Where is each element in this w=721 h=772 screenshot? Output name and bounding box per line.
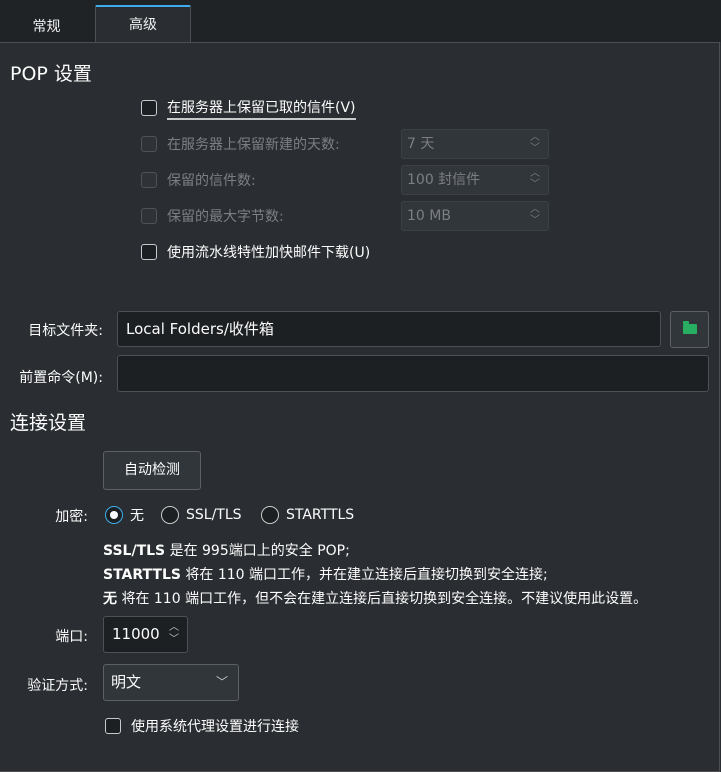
pipelining-box[interactable] — [141, 244, 157, 260]
desc-starttls-keyword: STARTTLS — [103, 567, 181, 583]
desc-ssl: SSL/TLS 是在 995端口上的安全 POP; — [103, 540, 350, 560]
chevron-down-icon: ﹀ — [215, 675, 228, 689]
desc-starttls-text: 将在 110 端口工作，并在建立连接后直接切换到安全连接; — [180, 567, 548, 583]
keep-count-checkbox[interactable]: 保留的信件数: — [141, 169, 256, 191]
pipelining-checkbox[interactable]: 使用流水线特性加快邮件下载(U) — [141, 241, 370, 263]
keep-size-checkbox[interactable]: 保留的最大字节数: — [141, 205, 284, 227]
keep-days-checkbox[interactable]: 在服务器上保留新建的天数: — [141, 133, 340, 155]
keep-size-spinbox[interactable]: 10 MB ︿ ﹀ — [401, 201, 549, 231]
spin-arrows-icon[interactable]: ︿ ﹀ — [528, 132, 542, 156]
keep-count-value: 100 封信件 — [407, 172, 481, 188]
auth-method-combobox[interactable]: 明文 ﹀ — [103, 664, 239, 701]
radio-icon[interactable] — [161, 506, 179, 524]
encryption-starttls-label: STARTTLS — [286, 507, 355, 523]
auth-method-value: 明文 — [111, 673, 142, 691]
encryption-ssl-radio[interactable]: SSL/TLS — [161, 503, 242, 527]
keep-size-box[interactable] — [141, 208, 157, 224]
use-proxy-label: 使用系统代理设置进行连接 — [131, 719, 299, 735]
auth-method-label: 验证方式: — [27, 678, 88, 694]
keep-size-value: 10 MB — [407, 208, 451, 224]
encryption-none-label: 无 — [130, 508, 144, 524]
autodetect-button[interactable]: 自动检测 — [103, 451, 201, 490]
keep-days-value: 7 天 — [407, 136, 435, 152]
keep-on-server-checkbox[interactable]: 在服务器上保留已取的信件(V) — [141, 96, 356, 120]
use-proxy-box[interactable] — [105, 718, 121, 734]
tab-advanced[interactable]: 高级 — [95, 5, 191, 42]
desc-none: 无 将在 110 端口工作，但不会在建立连接后直接切换到安全连接。不建议使用此设… — [103, 588, 647, 608]
spin-arrows-icon[interactable]: ︿ ﹀ — [528, 168, 542, 192]
keep-on-server-label: 在服务器上保留已取的信件(V) — [167, 97, 356, 120]
radio-selected-icon[interactable] — [105, 506, 123, 524]
target-folder-field[interactable]: Local Folders/收件箱 — [117, 311, 661, 347]
encryption-label: 加密: — [55, 509, 88, 525]
encryption-starttls-radio[interactable]: STARTTLS — [261, 503, 354, 527]
precommand-label: 前置命令(M): — [19, 370, 103, 386]
precommand-field[interactable] — [117, 355, 709, 392]
desc-none-text: 将在 110 端口工作，但不会在建立连接后直接切换到安全连接。不建议使用此设置。 — [117, 591, 648, 607]
desc-ssl-text: 是在 995端口上的安全 POP; — [165, 543, 350, 559]
pop-settings-title: POP 设置 — [10, 63, 92, 85]
port-spinbox[interactable]: 11000 ︿ ﹀ — [103, 616, 188, 653]
browse-folder-button[interactable] — [670, 311, 709, 348]
target-folder-label: 目标文件夹: — [28, 323, 103, 339]
keep-on-server-box[interactable] — [141, 100, 157, 116]
keep-count-box[interactable] — [141, 172, 157, 188]
spin-arrows-icon[interactable]: ︿ ﹀ — [167, 622, 181, 646]
tab-bar: 常规 高级 — [0, 0, 721, 42]
keep-days-spinbox[interactable]: 7 天 ︿ ﹀ — [401, 129, 549, 159]
tab-pane — [0, 42, 720, 772]
keep-count-spinbox[interactable]: 100 封信件 ︿ ﹀ — [401, 165, 549, 195]
keep-days-label: 在服务器上保留新建的天数: — [167, 137, 340, 153]
spin-arrows-icon[interactable]: ︿ ﹀ — [528, 204, 542, 228]
connection-settings-title: 连接设置 — [10, 412, 87, 434]
use-proxy-checkbox[interactable]: 使用系统代理设置进行连接 — [105, 714, 299, 738]
folder-icon — [683, 321, 697, 334]
tab-general[interactable]: 常规 — [0, 9, 93, 45]
encryption-ssl-label: SSL/TLS — [186, 507, 242, 523]
radio-icon[interactable] — [261, 506, 279, 524]
desc-ssl-keyword: SSL/TLS — [103, 543, 166, 559]
keep-size-label: 保留的最大字节数: — [167, 209, 284, 225]
keep-count-label: 保留的信件数: — [167, 173, 256, 189]
encryption-none-radio[interactable]: 无 — [105, 503, 144, 527]
desc-none-keyword: 无 — [103, 591, 117, 607]
keep-days-box[interactable] — [141, 136, 157, 152]
desc-starttls: STARTTLS 将在 110 端口工作，并在建立连接后直接切换到安全连接; — [103, 564, 548, 584]
port-label: 端口: — [55, 629, 88, 645]
pipelining-label: 使用流水线特性加快邮件下载(U) — [167, 245, 371, 261]
port-value: 11000 — [112, 625, 160, 643]
